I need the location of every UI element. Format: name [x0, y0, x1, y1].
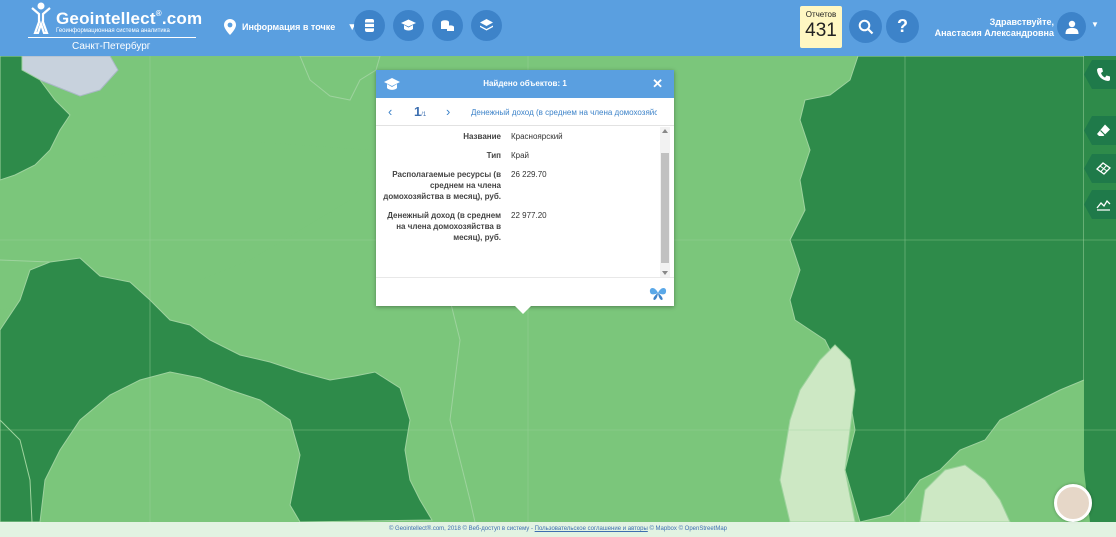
user-agreement-link[interactable]: Пользовательское соглашение и авторы [535, 526, 648, 532]
user-greeting[interactable]: Здравствуйте, Анастасия Александровна [935, 17, 1054, 39]
search-button[interactable] [849, 10, 882, 43]
page-total: /1 [421, 112, 427, 118]
property-value: 26 229.70 [511, 170, 547, 179]
property-row: Денежный доход (в среднем на члена домох… [376, 210, 658, 243]
logo[interactable]: Geointellect®.com Геоинформационная сист… [28, 2, 202, 52]
assistant-avatar[interactable] [1054, 484, 1092, 522]
layers-icon [480, 19, 493, 31]
butterfly-export-icon[interactable] [649, 286, 667, 300]
logo-divider [28, 37, 196, 38]
grid-map-icon [1096, 162, 1111, 175]
graduation-cap-icon [401, 19, 416, 31]
user-name: Анастасия Александровна [934, 28, 1054, 38]
object-info-popup: Найдено объектов: 1 ✕ ‹ 1/1 › Денежный д… [376, 70, 674, 314]
property-value: Край [511, 151, 530, 160]
search-icon [858, 19, 873, 34]
popup-footer [376, 277, 674, 306]
logo-figure-icon [31, 2, 51, 34]
property-row: Название Красноярский [376, 131, 658, 142]
popup-header: Найдено объектов: 1 ✕ [376, 70, 674, 98]
layer-button-oil[interactable] [354, 10, 385, 41]
property-key: Тип [486, 151, 501, 160]
info-point-label: Информация в точке [242, 22, 336, 32]
coins-icon [441, 20, 454, 31]
scroll-up-icon[interactable] [662, 129, 668, 133]
user-menu-caret-icon[interactable]: ▼ [1091, 20, 1099, 29]
phone-icon [1097, 68, 1110, 81]
property-value: 22 977.20 [511, 211, 547, 220]
current-page: 1/1 [414, 104, 427, 119]
property-row: Располагаемые ресурсы (в среднем на член… [376, 169, 658, 202]
user-icon [1065, 20, 1078, 34]
info-point-dropdown[interactable]: Информация в точке ▼ [224, 17, 357, 37]
property-key: Располагаемые ресурсы (в среднем на член… [383, 170, 501, 201]
reports-counter[interactable]: Отчетов 431 [800, 6, 842, 48]
property-key: Название [463, 132, 501, 141]
property-value: Красноярский [511, 132, 563, 141]
footer-bar: © Geointellect®.com, 2018 © Веб-доступ в… [0, 522, 1116, 537]
layer-button-finance[interactable] [432, 10, 463, 41]
greeting-line: Здравствуйте, [989, 17, 1054, 27]
reports-count: 431 [805, 20, 837, 41]
barrel-icon [365, 19, 374, 32]
city-label[interactable]: Санкт-Петербург [72, 41, 150, 52]
map-pin-icon [224, 19, 236, 35]
popup-title: Найдено объектов: 1 [483, 79, 567, 88]
scroll-thumb[interactable] [661, 153, 669, 263]
close-icon[interactable]: ✕ [652, 76, 663, 92]
property-row: Тип Край [376, 150, 658, 161]
layer-button-education[interactable] [393, 10, 424, 41]
help-icon: ? [897, 16, 908, 36]
prev-page-button[interactable]: ‹ [388, 104, 392, 119]
help-button[interactable]: ? [886, 10, 919, 43]
reports-label: Отчетов [805, 10, 837, 19]
layer-button-layers[interactable] [471, 10, 502, 41]
next-page-button[interactable]: › [446, 104, 450, 119]
map-attribution: © Mapbox © OpenStreetMap [647, 526, 728, 532]
user-avatar[interactable] [1057, 12, 1086, 41]
logo-text: Geointellect®.com [56, 9, 203, 28]
eraser-icon [1097, 124, 1110, 136]
chart-line-icon [1096, 199, 1111, 211]
top-navbar: Geointellect®.com Геоинформационная сист… [0, 0, 1116, 56]
logo-tagline: Геоинформационная система аналитика [56, 28, 170, 34]
scroll-down-icon[interactable] [662, 271, 668, 275]
popup-pagination: ‹ 1/1 › Денежный доход (в среднем на чле… [376, 98, 674, 126]
popup-properties: Название Красноярский Тип Край Располага… [376, 127, 658, 277]
footer-copyright: © Geointellect®.com, 2018 © Веб-доступ в… [388, 526, 535, 532]
selected-field-dropdown[interactable]: Денежный доход (в среднем на члена домох… [471, 108, 657, 117]
popup-scrollbar[interactable] [660, 127, 670, 277]
property-key: Денежный доход (в среднем на члена домох… [387, 211, 501, 242]
